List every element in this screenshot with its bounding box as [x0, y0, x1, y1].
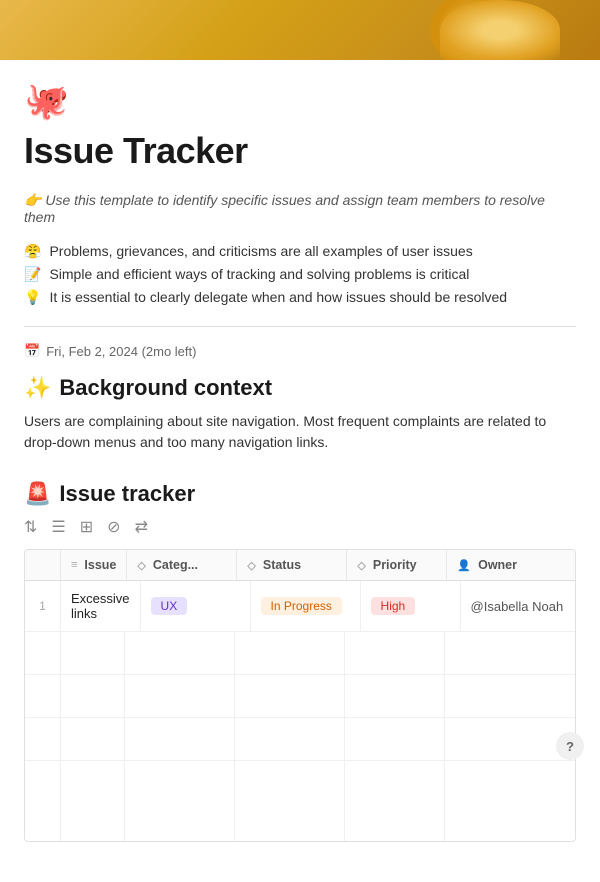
- table-row-empty-2: [25, 675, 575, 718]
- empty-row-num: [25, 632, 61, 674]
- list-item: 📝 Simple and efficient ways of tracking …: [24, 266, 576, 283]
- row-status[interactable]: In Progress: [251, 581, 361, 631]
- col-owner: 👤 Owner: [447, 550, 576, 580]
- table-row-empty-4: [25, 761, 575, 841]
- bullet-list: 😤 Problems, grievances, and criticisms a…: [24, 243, 576, 306]
- template-note-text: Use this template to identify specific i…: [24, 192, 545, 225]
- tracker-heading-text: Issue tracker: [59, 481, 195, 507]
- empty-row-owner-3: [445, 718, 575, 760]
- date-row: 📅 Fri, Feb 2, 2024 (2mo left): [24, 343, 576, 359]
- bullet-text-0: Problems, grievances, and criticisms are…: [49, 243, 472, 260]
- empty-row-num-4: [25, 761, 61, 841]
- background-text: Users are complaining about site navigat…: [24, 411, 576, 453]
- table-header: ≡ Issue ◇ Categ... ◇ Status ◇ Priority 👤: [25, 550, 575, 581]
- siren-icon: 🚨: [24, 481, 51, 507]
- hide-icon[interactable]: ⊘: [107, 517, 120, 537]
- col-owner-label: Owner: [478, 558, 517, 572]
- empty-row-priority-2: [345, 675, 445, 717]
- background-heading: ✨ Background context: [24, 375, 576, 401]
- row-issue[interactable]: Excessive links: [61, 581, 141, 631]
- empty-row-owner-4: [445, 761, 575, 841]
- col-issue: ≡ Issue: [61, 550, 127, 580]
- empty-row-status-4: [235, 761, 345, 841]
- list-item: 😤 Problems, grievances, and criticisms a…: [24, 243, 576, 260]
- priority-col-icon: ◇: [357, 559, 365, 572]
- category-badge: UX: [151, 597, 188, 615]
- status-col-icon: ◇: [247, 559, 255, 572]
- empty-row-category: [125, 632, 235, 674]
- table-row-empty-1: [25, 632, 575, 675]
- status-badge: In Progress: [261, 597, 342, 615]
- tracker-section: 🚨 Issue tracker ⇅ ☰ ⊞ ⊘ ⇄ ≡ Issue ◇ Cate…: [24, 481, 576, 842]
- bullet-icon-1: 📝: [24, 266, 41, 283]
- col-num: [25, 550, 61, 580]
- empty-row-num-3: [25, 718, 61, 760]
- page-title: Issue Tracker: [24, 130, 576, 172]
- row-num: 1: [25, 581, 61, 631]
- app-icon: 🐙: [24, 80, 576, 122]
- col-status: ◇ Status: [237, 550, 347, 580]
- bullet-icon-2: 💡: [24, 289, 41, 306]
- col-category: ◇ Categ...: [127, 550, 237, 580]
- sort-icon[interactable]: ⇅: [24, 517, 37, 537]
- table-row-empty-3: [25, 718, 575, 761]
- empty-row-issue-2: [61, 675, 125, 717]
- empty-row-priority: [345, 632, 445, 674]
- empty-row-owner: [445, 632, 575, 674]
- row-owner[interactable]: @Isabella Noah: [461, 581, 576, 631]
- empty-row-issue-3: [61, 718, 125, 760]
- owner-col-icon: 👤: [457, 559, 471, 572]
- empty-row-status: [235, 632, 345, 674]
- template-note: 👉 Use this template to identify specific…: [24, 192, 576, 225]
- empty-row-category-3: [125, 718, 235, 760]
- bullet-text-2: It is essential to clearly delegate when…: [49, 289, 507, 306]
- empty-row-category-4: [125, 761, 235, 841]
- empty-row-priority-4: [345, 761, 445, 841]
- empty-row-num-2: [25, 675, 61, 717]
- filter-icon[interactable]: ☰: [51, 517, 65, 537]
- empty-row-status-2: [235, 675, 345, 717]
- help-button[interactable]: ?: [556, 732, 584, 760]
- date-text: Fri, Feb 2, 2024 (2mo left): [46, 344, 196, 359]
- empty-row-priority-3: [345, 718, 445, 760]
- row-priority[interactable]: High: [361, 581, 461, 631]
- empty-row-owner-2: [445, 675, 575, 717]
- empty-row-status-3: [235, 718, 345, 760]
- template-note-icon: 👉: [24, 192, 41, 208]
- sparkle-icon: ✨: [24, 375, 51, 401]
- priority-badge: High: [371, 597, 416, 615]
- link-icon[interactable]: ⇄: [135, 517, 148, 537]
- tracker-heading: 🚨 Issue tracker: [24, 481, 576, 507]
- issue-table: ≡ Issue ◇ Categ... ◇ Status ◇ Priority 👤: [24, 549, 576, 842]
- bullet-icon-0: 😤: [24, 243, 41, 260]
- col-status-label: Status: [263, 558, 301, 572]
- table-row: 1 Excessive links UX In Progress High @I…: [25, 581, 575, 632]
- col-category-label: Categ...: [153, 558, 198, 572]
- empty-row-issue: [61, 632, 125, 674]
- col-priority-label: Priority: [373, 558, 417, 572]
- empty-row-category-2: [125, 675, 235, 717]
- empty-row-issue-4: [61, 761, 125, 841]
- calendar-icon: 📅: [24, 343, 40, 359]
- bullet-text-1: Simple and efficient ways of tracking an…: [49, 266, 469, 283]
- group-icon[interactable]: ⊞: [80, 517, 93, 537]
- header-banner: [0, 0, 600, 60]
- owner-value: @Isabella Noah: [471, 599, 564, 614]
- col-issue-label: Issue: [84, 558, 116, 572]
- background-heading-text: Background context: [59, 375, 272, 401]
- issue-col-icon: ≡: [71, 559, 77, 571]
- col-priority: ◇ Priority: [347, 550, 447, 580]
- row-category[interactable]: UX: [141, 581, 251, 631]
- list-item: 💡 It is essential to clearly delegate wh…: [24, 289, 576, 306]
- toolbar: ⇅ ☰ ⊞ ⊘ ⇄: [24, 515, 576, 539]
- divider: [24, 326, 576, 327]
- category-col-icon: ◇: [137, 559, 145, 572]
